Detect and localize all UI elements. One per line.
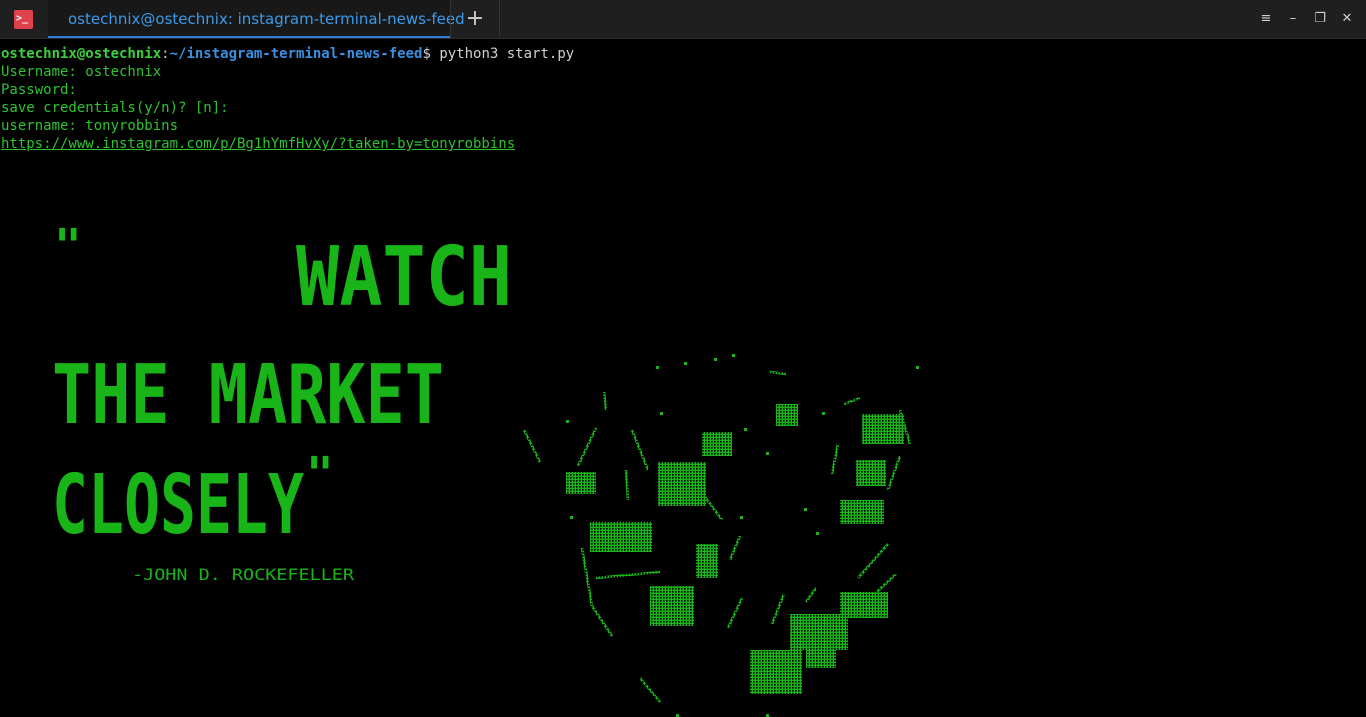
tab-divider xyxy=(499,0,500,38)
portrait-specks xyxy=(566,354,919,717)
quote-open-mark: " xyxy=(54,219,82,273)
quote-line-1: WATCH xyxy=(296,230,512,325)
maximize-button[interactable]: ❐ xyxy=(1310,9,1330,29)
portrait-sketch xyxy=(566,404,904,694)
tab-active[interactable]: ostechnix@ostechnix: instagram-terminal-… xyxy=(48,0,465,38)
close-button[interactable]: ✕ xyxy=(1337,9,1357,29)
new-tab-button[interactable]: + xyxy=(462,7,488,33)
title-bar: >_ ostechnix@ostechnix: instagram-termin… xyxy=(0,0,1366,39)
prompt-user: ostechnix@ostechnix xyxy=(1,46,162,62)
output-line: save credentials(y/n)? [n]: xyxy=(1,100,229,116)
prompt-line: ostechnix@ostechnix:~/instagram-terminal… xyxy=(1,45,1361,63)
quote-close-mark: " xyxy=(306,447,334,501)
prompt-symbol: $ xyxy=(422,46,440,62)
quote-line-3: CLOSELY xyxy=(52,458,304,553)
quote-line-2: THE MARKET xyxy=(52,348,444,443)
tab-divider xyxy=(450,0,451,38)
quote-attribution: -JOHN D. ROCKEFELLER xyxy=(132,565,354,584)
output-line: username: tonyrobbins xyxy=(1,118,179,134)
prompt-path: ~/instagram-terminal-news-feed xyxy=(169,46,423,62)
output-line: Password: xyxy=(1,82,77,98)
minimize-button[interactable]: – xyxy=(1283,9,1303,29)
output-line: Username: ostechnix xyxy=(1,64,162,80)
portrait-strokes xyxy=(522,370,912,703)
terminal-app-icon[interactable]: >_ xyxy=(14,10,33,29)
terminal-output[interactable]: ostechnix@ostechnix:~/instagram-terminal… xyxy=(1,45,1361,153)
menu-icon[interactable]: ≡ xyxy=(1256,9,1276,29)
command-text: python3 start.py xyxy=(439,46,575,62)
instagram-post-link[interactable]: https://www.instagram.com/p/Bg1hYmfHvXy/… xyxy=(1,136,515,152)
tab-title: ostechnix@ostechnix: instagram-terminal-… xyxy=(68,10,465,28)
prompt-colon: : xyxy=(161,46,170,62)
